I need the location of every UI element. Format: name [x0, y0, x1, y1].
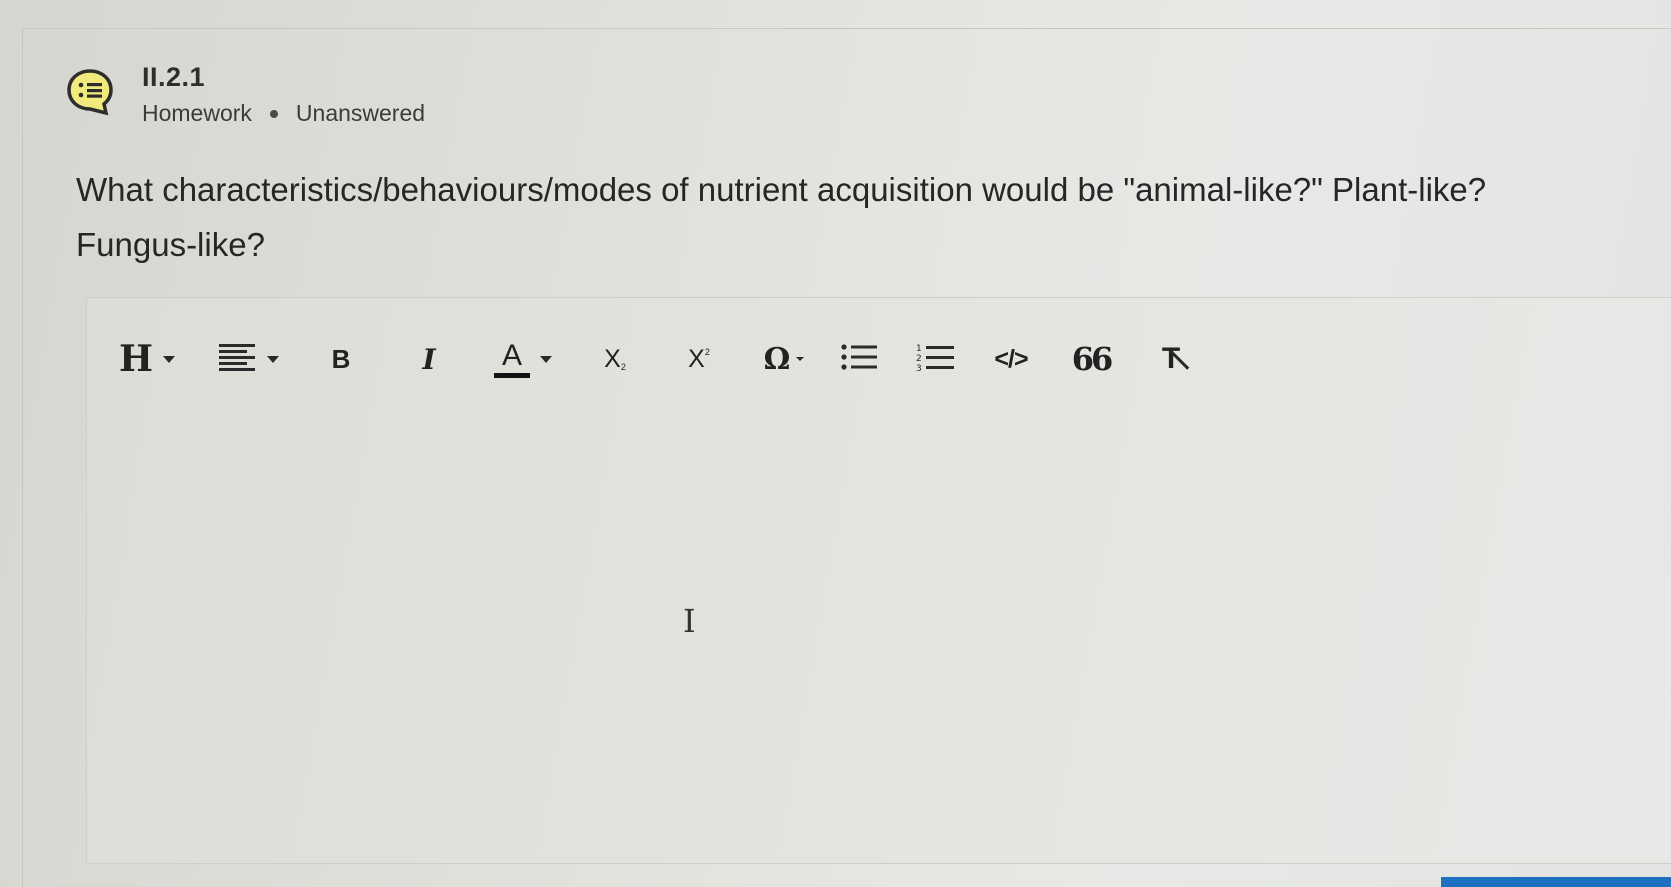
- question-status: Unanswered: [295, 100, 426, 126]
- question-header: II.2.1 Homework Unanswered: [66, 62, 425, 127]
- font-color-dropdown[interactable]: A: [483, 336, 563, 382]
- question-text: What characteristics/behaviours/modes of…: [76, 162, 1636, 272]
- superscript-label: X: [688, 344, 705, 373]
- chevron-down-icon: [796, 357, 805, 361]
- bulleted-list-button[interactable]: [829, 336, 889, 382]
- list-speech-bubble-icon: [66, 68, 114, 116]
- screen: II.2.1 Homework Unanswered What characte…: [0, 0, 1671, 887]
- subscript-label: X: [604, 344, 621, 373]
- omega-icon: Ω: [763, 341, 791, 377]
- taskbar-strip: [1441, 877, 1671, 887]
- font-color-label: A: [501, 338, 522, 372]
- question-type: Homework: [142, 100, 252, 126]
- numbered-list-button[interactable]: 1 2 3: [905, 336, 965, 382]
- subscript-mark: 2: [620, 362, 626, 372]
- separator-dot: [269, 109, 278, 118]
- bulleted-list-icon: [841, 343, 877, 376]
- chevron-down-icon: [540, 355, 552, 363]
- heading-label: H: [118, 338, 153, 380]
- font-color-icon: A: [494, 338, 530, 378]
- align-left-icon: [219, 342, 257, 377]
- code-icon: </>: [994, 344, 1028, 373]
- blockquote-button[interactable]: 66: [1061, 336, 1121, 382]
- subscript-button[interactable]: X 2: [585, 336, 645, 382]
- italic-label: I: [422, 342, 436, 376]
- svg-text:1: 1: [916, 344, 922, 354]
- svg-text:3: 3: [916, 364, 922, 372]
- bold-button[interactable]: B: [311, 336, 371, 382]
- quote-icon: 66: [1071, 340, 1113, 378]
- heading-dropdown[interactable]: H: [107, 336, 187, 382]
- superscript-mark: 2: [704, 347, 710, 357]
- question-text-line-1: What characteristics/behaviours/modes of…: [76, 171, 1487, 208]
- clear-format-icon: T: [1162, 342, 1190, 376]
- chevron-down-icon: [163, 355, 175, 363]
- question-id: II.2.1: [142, 62, 206, 92]
- question-meta: II.2.1 Homework Unanswered: [142, 62, 425, 127]
- code-button[interactable]: </>: [981, 336, 1041, 382]
- italic-button[interactable]: I: [399, 336, 459, 382]
- chevron-down-icon: [267, 355, 279, 363]
- answer-editor[interactable]: H B I A X 2 X 2 Ω 1 2 3 </> 66 T I: [86, 297, 1671, 864]
- font-color-swatch: [494, 372, 530, 378]
- special-character-dropdown[interactable]: Ω: [749, 336, 819, 382]
- question-text-line-2: Fungus-like?: [76, 226, 265, 263]
- clear-formatting-button[interactable]: T: [1141, 336, 1201, 382]
- svg-text:2: 2: [916, 354, 922, 364]
- bold-label: B: [331, 343, 351, 374]
- numbered-list-icon: 1 2 3: [916, 342, 954, 377]
- editor-toolbar: H B I A X 2 X 2 Ω 1 2 3 </> 66 T: [107, 334, 1201, 384]
- text-cursor-icon: I: [683, 602, 696, 640]
- align-dropdown[interactable]: [199, 336, 299, 382]
- superscript-button[interactable]: X 2: [669, 336, 729, 382]
- question-subtitle: Homework Unanswered: [142, 100, 425, 127]
